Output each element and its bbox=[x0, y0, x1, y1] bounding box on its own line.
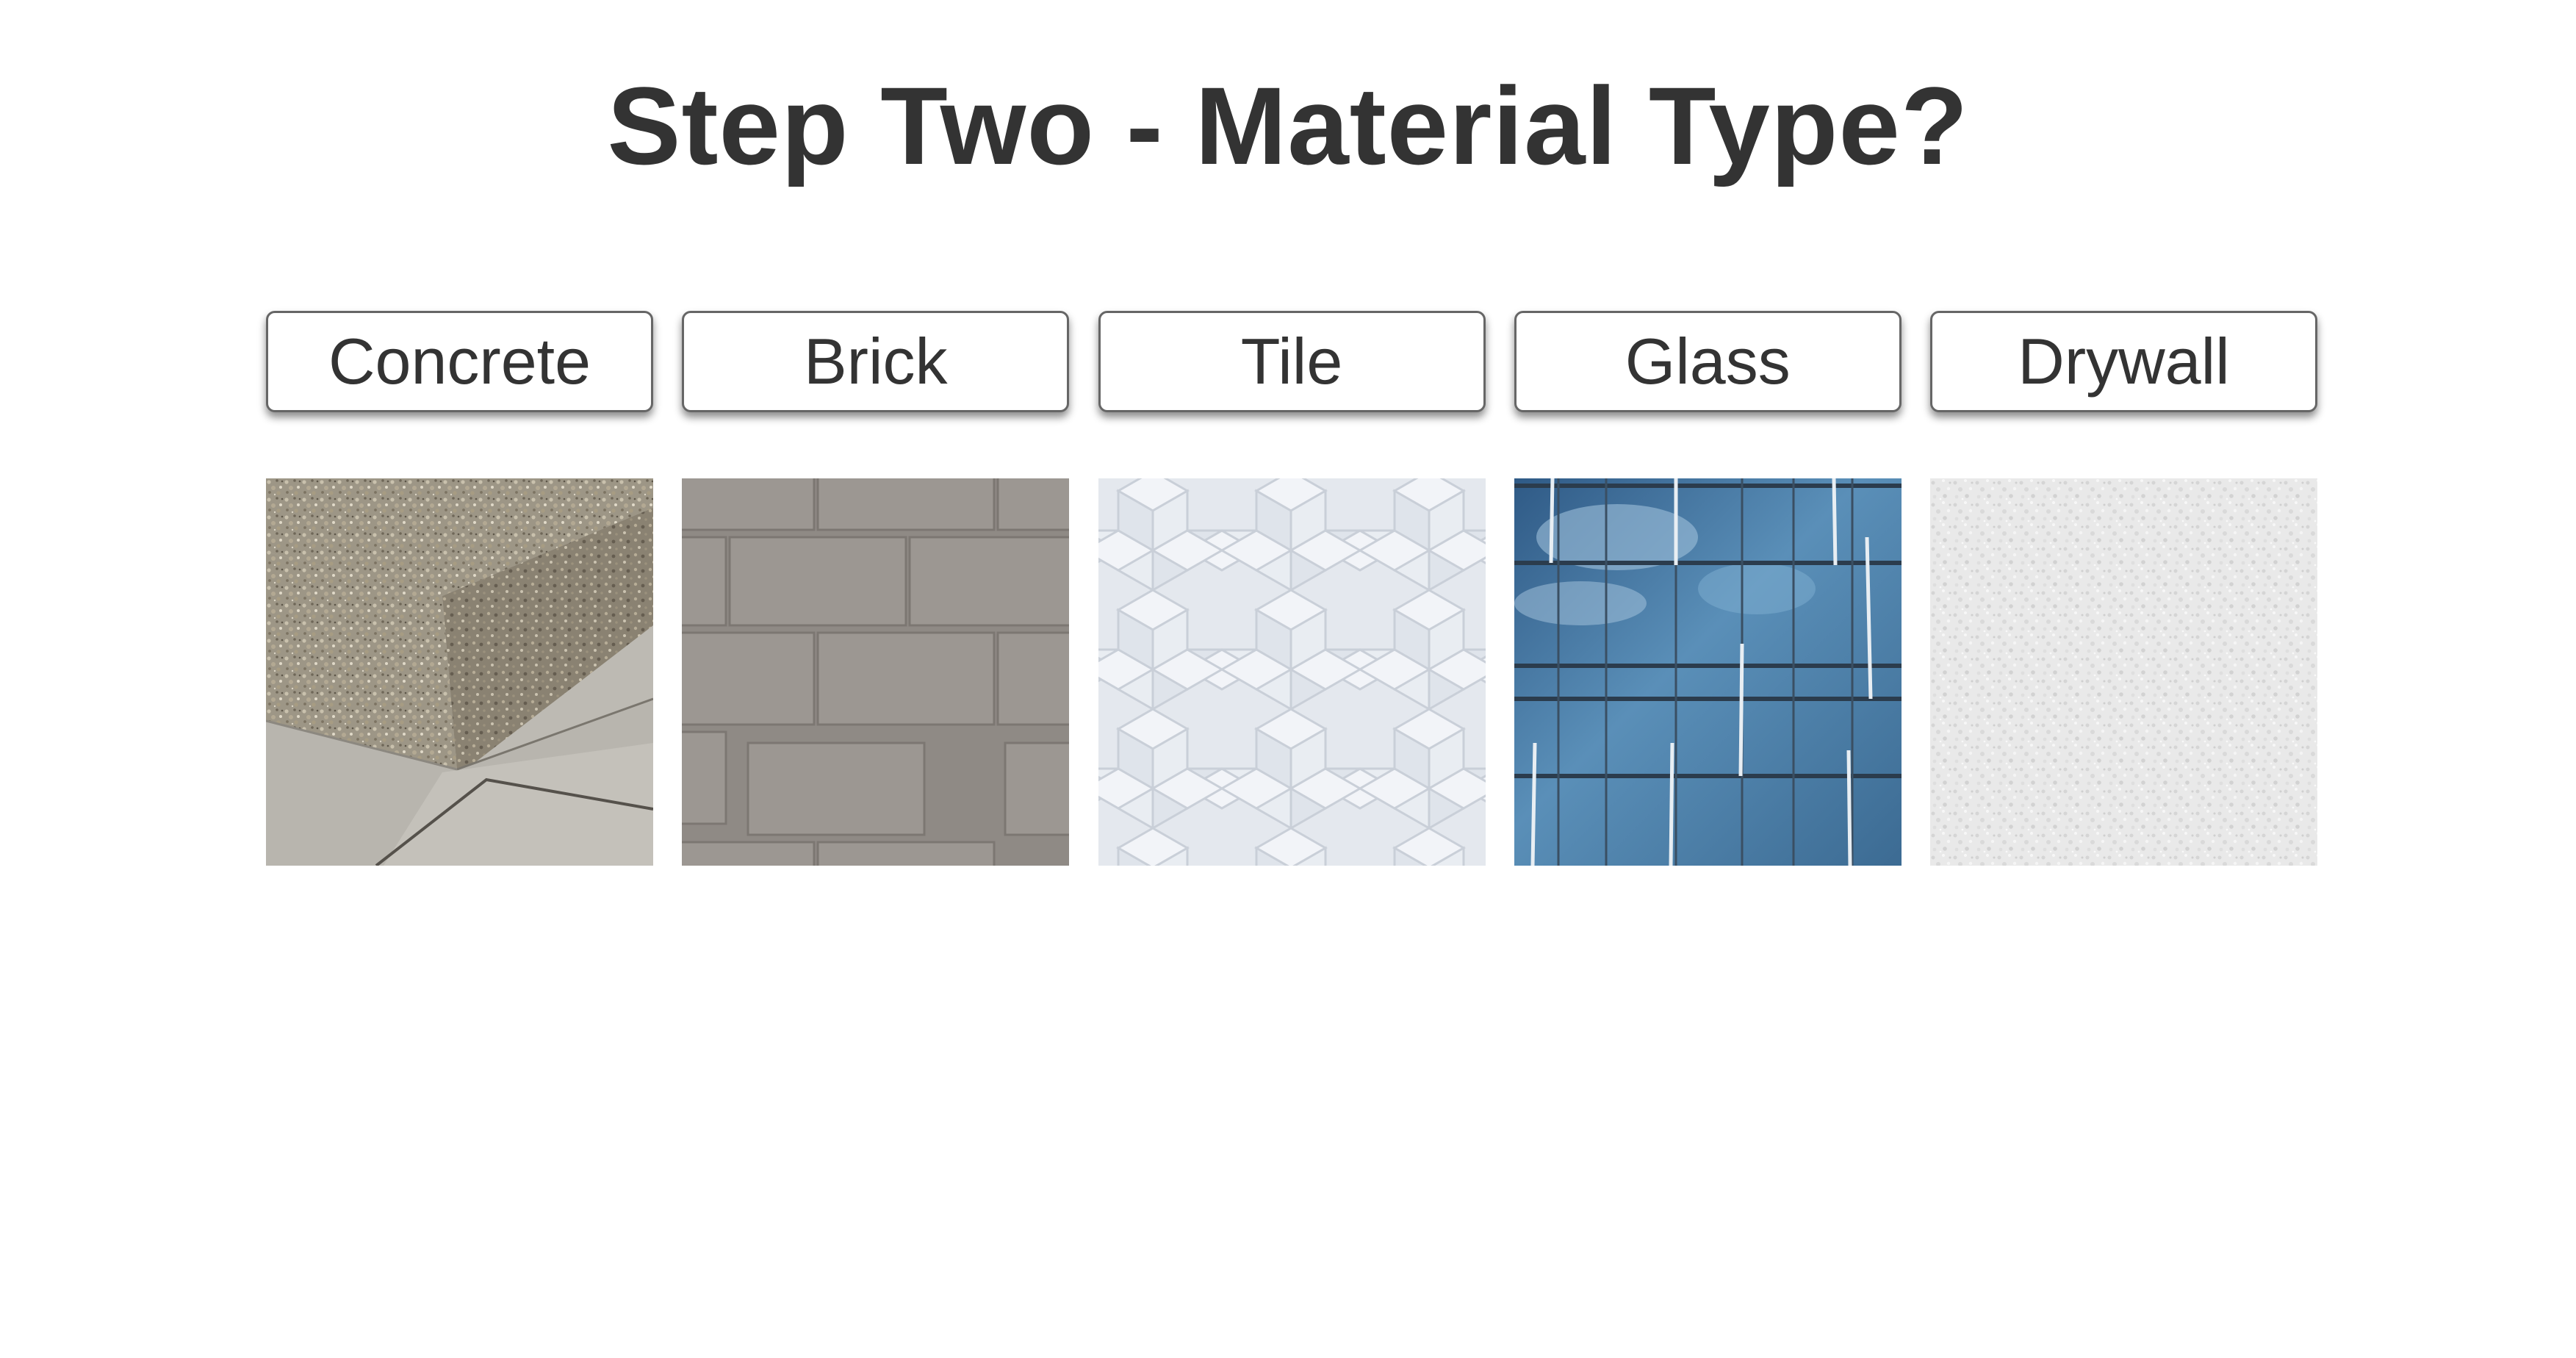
tile-image[interactable] bbox=[1098, 478, 1486, 866]
drywall-image[interactable] bbox=[1930, 478, 2317, 866]
brick-image[interactable] bbox=[682, 478, 1070, 866]
concrete-button[interactable]: Concrete bbox=[266, 311, 653, 412]
tile-button[interactable]: Tile bbox=[1098, 311, 1486, 412]
material-image-row bbox=[266, 478, 2317, 866]
glass-image[interactable] bbox=[1514, 478, 1902, 866]
drywall-button[interactable]: Drywall bbox=[1930, 311, 2317, 412]
brick-button[interactable]: Brick bbox=[682, 311, 1070, 412]
page-title: Step Two - Material Type? bbox=[607, 64, 1969, 187]
glass-button[interactable]: Glass bbox=[1514, 311, 1902, 412]
concrete-image[interactable] bbox=[266, 478, 653, 866]
material-button-row: Concrete Brick Tile Glass Drywall bbox=[266, 311, 2317, 412]
